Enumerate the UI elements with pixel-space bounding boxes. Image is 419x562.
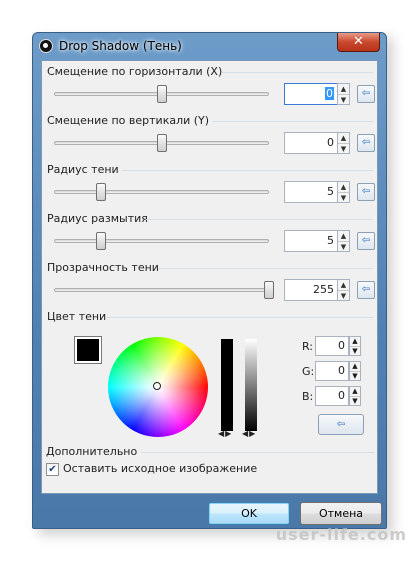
vertical-offset-thumb[interactable] [156,134,167,152]
horizontal-offset-thumb[interactable] [156,85,167,103]
shadow-opacity-reset-button[interactable]: ⇦ [357,281,375,299]
spin-down-icon[interactable]: ▼ [350,371,360,380]
spin-up-icon[interactable]: ▲ [350,387,360,396]
section-divider [122,170,373,171]
spin-up-icon[interactable]: ▲ [338,231,349,241]
color-wheel-marker[interactable] [153,382,161,390]
keep-original-label[interactable]: Оставить исходное изображение [63,462,257,475]
spin-up-icon[interactable]: ▲ [338,84,349,94]
alpha-bar[interactable] [245,339,257,431]
red-input[interactable]: 0 [315,336,349,356]
brightness-bar[interactable] [221,339,233,431]
blue-input[interactable]: 0 [315,386,349,406]
color-reset-button[interactable]: ⇦ [318,414,364,435]
spin-down-icon[interactable]: ▼ [338,192,349,202]
shadow-color-label: Цвет тени [47,310,107,323]
vertical-offset-spinner[interactable]: ▲ ▼ [337,132,350,154]
spin-down-icon[interactable]: ▼ [338,241,349,251]
horizontal-offset-value: 0 [325,87,334,100]
shadow-radius-input[interactable]: 5 [284,181,338,203]
section-divider [146,219,373,220]
horizontal-offset-spinner[interactable]: ▲ ▼ [337,83,350,105]
watermark-text: user-life.com [275,525,407,544]
vertical-offset-reset-button[interactable]: ⇦ [357,134,375,152]
keep-original-checkbox[interactable]: ✔ [46,463,59,476]
close-button[interactable]: ✕ [337,33,380,52]
window-title: Drop Shadow (Тень) [59,39,182,53]
blur-radius-input[interactable]: 5 [284,230,338,252]
horizontal-offset-reset-button[interactable]: ⇦ [357,85,375,103]
spin-up-icon[interactable]: ▲ [338,133,349,143]
spin-down-icon[interactable]: ▼ [338,290,349,300]
shadow-radius-thumb[interactable] [96,183,107,201]
vertical-offset-input[interactable]: 0 [284,132,338,154]
green-input[interactable]: 0 [315,361,349,381]
blur-radius-label: Радиус размытия [47,212,148,225]
spin-down-icon[interactable]: ▼ [350,396,360,405]
section-divider [222,72,373,73]
blue-spinner[interactable]: ▲ ▼ [349,386,361,406]
spin-down-icon[interactable]: ▼ [338,143,349,153]
spin-up-icon[interactable]: ▲ [338,182,349,192]
green-label: G: [302,365,315,378]
shadow-opacity-label: Прозрачность тени [47,261,159,274]
ok-button[interactable]: OK [208,502,290,525]
blur-radius-thumb[interactable] [96,232,107,250]
section-divider [158,268,373,269]
vertical-offset-label: Смещение по вертикали (Y) [47,114,210,127]
section-divider [141,452,374,453]
spin-down-icon[interactable]: ▼ [338,94,349,104]
section-divider [212,121,373,122]
horizontal-offset-label: Смещение по горизонтали (X) [47,65,223,78]
shadow-radius-label: Радиус тени [47,163,119,176]
shadow-opacity-thumb[interactable] [264,281,274,299]
shadow-opacity-input[interactable]: 255 [284,279,338,301]
shadow-radius-spinner[interactable]: ▲ ▼ [337,181,350,203]
color-swatch[interactable] [74,336,102,364]
drop-shadow-dialog: Drop Shadow (Тень) ✕ Смещение по горизон… [32,32,387,529]
green-spinner[interactable]: ▲ ▼ [349,361,361,381]
title-bar[interactable]: Drop Shadow (Тень) ✕ [33,33,386,59]
spin-up-icon[interactable]: ▲ [350,337,360,346]
blur-radius-spinner[interactable]: ▲ ▼ [337,230,350,252]
color-wheel[interactable] [108,337,208,437]
red-label: R: [302,340,314,353]
alpha-bar-arrows[interactable]: ◀▶ [242,429,256,438]
app-icon [39,39,53,53]
shadow-opacity-track[interactable] [54,288,269,292]
extra-label: Дополнительно [46,445,138,458]
spin-up-icon[interactable]: ▲ [350,362,360,371]
spin-down-icon[interactable]: ▼ [350,346,360,355]
section-divider [106,317,373,318]
blur-radius-track[interactable] [54,239,269,243]
brightness-bar-arrows[interactable]: ◀▶ [218,429,232,438]
spin-up-icon[interactable]: ▲ [338,280,349,290]
blue-label: B: [302,390,314,403]
shadow-opacity-spinner[interactable]: ▲ ▼ [337,279,350,301]
shadow-radius-reset-button[interactable]: ⇦ [357,183,375,201]
shadow-radius-track[interactable] [54,190,269,194]
blur-radius-reset-button[interactable]: ⇦ [357,232,375,250]
horizontal-offset-input[interactable]: 0 [284,83,338,105]
cancel-button[interactable]: Отмена [300,502,382,525]
red-spinner[interactable]: ▲ ▼ [349,336,361,356]
